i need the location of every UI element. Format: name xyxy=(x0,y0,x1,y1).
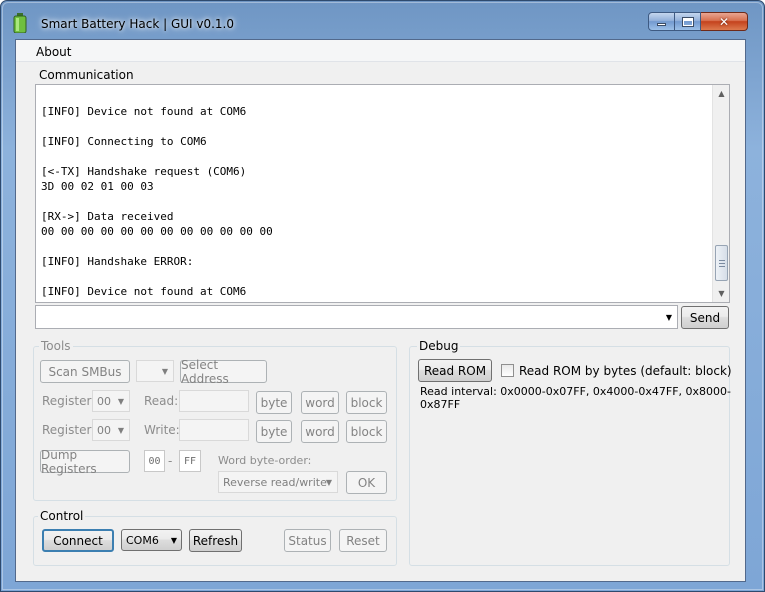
write-block-button[interactable]: block xyxy=(346,420,387,443)
dump-start-field[interactable]: 00 xyxy=(144,450,165,472)
connect-button[interactable]: Connect xyxy=(42,529,114,552)
dump-registers-button[interactable]: Dump Registers xyxy=(40,448,130,476)
log-line: [INFO] Connecting to COM6 xyxy=(41,135,207,148)
port-select[interactable]: COM6 ▼ xyxy=(121,529,182,551)
log-line: [INFO] Device not found at COM6 xyxy=(41,285,247,298)
minimize-button[interactable] xyxy=(648,12,675,31)
maximize-icon xyxy=(682,17,693,26)
window-controls: ✕ xyxy=(648,12,748,31)
write-byte-button[interactable]: byte xyxy=(256,420,292,443)
control-label: Control xyxy=(38,509,86,523)
chevron-down-icon[interactable]: ▼ xyxy=(666,313,672,322)
debug-label: Debug xyxy=(417,339,461,353)
maximize-button[interactable] xyxy=(675,12,701,31)
select-address-button[interactable]: Select Address xyxy=(180,358,267,386)
communication-log[interactable]: [INFO] Device not found at COM6 [INFO] C… xyxy=(35,84,730,303)
chevron-down-icon: ▼ xyxy=(117,426,124,435)
address-select[interactable]: ▼ xyxy=(136,360,174,382)
read-byte-button[interactable]: byte xyxy=(256,391,292,414)
grip-line xyxy=(719,260,725,261)
status-button[interactable]: Status xyxy=(284,529,331,552)
send-button[interactable]: Send xyxy=(681,306,729,329)
menu-item-about[interactable]: About xyxy=(36,45,71,59)
scroll-down-icon[interactable]: ▼ xyxy=(713,285,729,302)
chevron-down-icon: ▼ xyxy=(117,397,124,406)
read-value-field[interactable] xyxy=(179,390,249,412)
log-line: [RX->] Data received xyxy=(41,210,174,223)
read-label: Read: xyxy=(144,394,179,408)
log-text: [INFO] Device not found at COM6 [INFO] C… xyxy=(41,89,273,299)
close-icon: ✕ xyxy=(718,14,730,29)
chevron-down-icon: ▼ xyxy=(170,536,177,545)
reset-button[interactable]: Reset xyxy=(339,529,387,552)
byte-order-select[interactable]: Reverse read/write ▼ xyxy=(218,471,338,493)
register-read-label: Register: xyxy=(42,394,96,408)
word-byte-order-label: Word byte-order: xyxy=(218,454,312,467)
write-value-field[interactable] xyxy=(179,419,249,441)
register-read-select[interactable]: 00 ▼ xyxy=(92,390,130,412)
battery-app-icon xyxy=(13,13,27,33)
title-bar[interactable]: Smart Battery Hack | GUI v0.1.0 ✕ xyxy=(1,1,765,39)
ok-button[interactable]: OK xyxy=(346,471,387,494)
log-scrollbar[interactable]: ▲ ▼ xyxy=(712,85,729,302)
scan-smbus-button[interactable]: Scan SMBus xyxy=(40,360,130,383)
client-area: About Communication [INFO] Device not fo… xyxy=(15,39,746,582)
chevron-down-icon: ▼ xyxy=(325,478,332,487)
refresh-button[interactable]: Refresh xyxy=(189,529,242,552)
dump-end-field[interactable]: FF xyxy=(179,450,201,472)
register-write-value: 00 xyxy=(97,423,111,437)
register-write-select[interactable]: 00 ▼ xyxy=(92,419,130,441)
log-line: [INFO] Handshake ERROR: xyxy=(41,255,194,268)
grip-line xyxy=(719,263,725,264)
log-line: [INFO] Device not found at COM6 xyxy=(41,105,247,118)
scroll-thumb[interactable] xyxy=(715,245,728,281)
read-rom-button[interactable]: Read ROM xyxy=(418,359,492,382)
log-line: 3D 00 02 01 00 03 xyxy=(41,180,154,193)
read-rom-by-bytes-label: Read ROM by bytes (default: block) xyxy=(519,364,732,378)
log-line: 00 00 00 00 00 00 00 00 00 00 00 00 xyxy=(41,225,273,238)
write-word-button[interactable]: word xyxy=(301,420,339,443)
dump-range-dash: - xyxy=(168,454,173,468)
minimize-icon xyxy=(657,23,666,26)
byte-order-value: Reverse read/write xyxy=(223,475,327,489)
read-block-button[interactable]: block xyxy=(346,391,387,414)
window-title: Smart Battery Hack | GUI v0.1.0 xyxy=(41,17,235,31)
port-value: COM6 xyxy=(126,533,159,547)
register-read-value: 00 xyxy=(97,394,111,408)
log-line: [<-TX] Handshake request (COM6) xyxy=(41,165,247,178)
scroll-up-icon[interactable]: ▲ xyxy=(713,85,729,102)
command-input[interactable]: ▼ xyxy=(35,305,678,329)
read-interval-text: Read interval: 0x0000-0x07FF, 0x4000-0x4… xyxy=(420,385,731,411)
close-button[interactable]: ✕ xyxy=(701,12,748,31)
grip-line xyxy=(719,266,725,267)
tools-label: Tools xyxy=(39,339,73,353)
read-word-button[interactable]: word xyxy=(301,391,339,414)
register-write-label: Register: xyxy=(42,423,96,437)
window-frame: Smart Battery Hack | GUI v0.1.0 ✕ About … xyxy=(0,0,765,592)
menu-bar: About xyxy=(16,40,745,62)
write-label: Write: xyxy=(144,423,180,437)
communication-label: Communication xyxy=(37,68,136,82)
read-rom-by-bytes-checkbox[interactable] xyxy=(501,364,514,377)
chevron-down-icon: ▼ xyxy=(161,367,168,376)
